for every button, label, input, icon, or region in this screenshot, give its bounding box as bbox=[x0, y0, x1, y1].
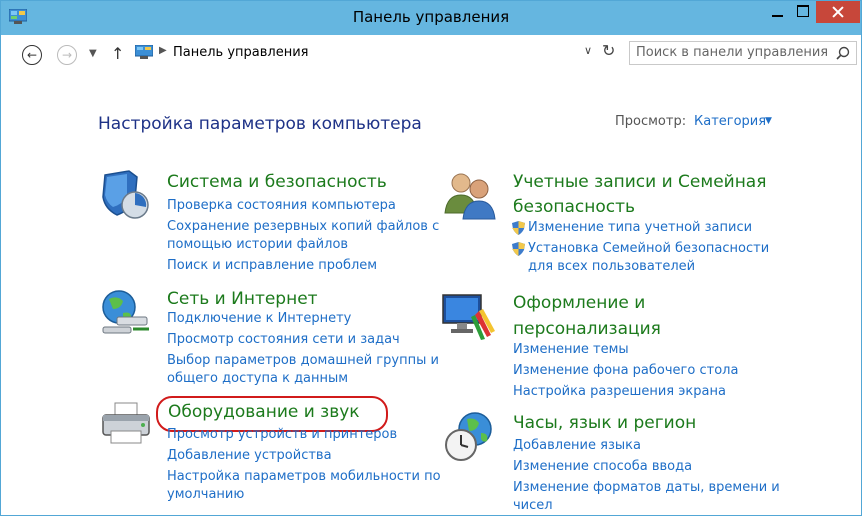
link-change-input-method[interactable]: Изменение способа ввода bbox=[513, 459, 692, 474]
forward-button[interactable]: → bbox=[57, 45, 77, 65]
title-bar[interactable]: Панель управления bbox=[1, 1, 861, 35]
search-box[interactable]: Поиск в панели управления bbox=[629, 41, 857, 65]
view-by-arrow-icon[interactable]: ▼ bbox=[765, 116, 772, 126]
category-user-accounts[interactable]: Учетные записи и Семейная bbox=[513, 172, 766, 192]
network-globe-icon[interactable] bbox=[99, 287, 153, 339]
link-homegroup-options-cont[interactable]: общего доступа к данным bbox=[167, 371, 348, 386]
link-change-account-type[interactable]: Изменение типа учетной записи bbox=[528, 220, 752, 235]
link-family-safety[interactable]: Установка Семейной безопасности bbox=[528, 241, 769, 256]
address-dropdown-icon[interactable]: ∨ bbox=[584, 44, 592, 57]
view-by-label: Просмотр: bbox=[615, 114, 687, 129]
back-button[interactable]: ← bbox=[22, 45, 42, 65]
close-button[interactable] bbox=[816, 1, 860, 23]
link-change-background[interactable]: Изменение фона рабочего стола bbox=[513, 363, 738, 378]
maximize-button[interactable] bbox=[790, 1, 816, 23]
appearance-monitor-icon[interactable] bbox=[441, 291, 497, 341]
link-screen-resolution[interactable]: Настройка разрешения экрана bbox=[513, 384, 726, 399]
link-connect-internet[interactable]: Подключение к Интернету bbox=[167, 311, 351, 326]
uac-shield-icon bbox=[512, 242, 525, 256]
window-title: Панель управления bbox=[352, 8, 510, 26]
printer-icon[interactable] bbox=[99, 399, 153, 449]
category-appearance-cont[interactable]: персонализация bbox=[513, 319, 661, 339]
link-backup-files-cont[interactable]: помощью истории файлов bbox=[167, 237, 348, 252]
address-field[interactable]: ▶ Панель управления bbox=[135, 41, 589, 65]
search-input[interactable]: Поиск в панели управления bbox=[636, 45, 828, 60]
category-clock-region[interactable]: Часы, язык и регион bbox=[513, 413, 696, 433]
link-find-fix-problems[interactable]: Поиск и исправление проблем bbox=[167, 258, 377, 273]
uac-shield-icon bbox=[512, 221, 525, 235]
view-by-dropdown[interactable]: Категория bbox=[694, 114, 766, 129]
clock-globe-icon[interactable] bbox=[443, 411, 497, 463]
link-mobility-settings-cont[interactable]: умолчанию bbox=[167, 487, 244, 502]
refresh-icon[interactable]: ↻ bbox=[602, 41, 615, 60]
category-user-accounts-cont[interactable]: безопасность bbox=[513, 197, 635, 217]
control-panel-icon bbox=[135, 45, 153, 59]
control-panel-window: Панель управления ← → ▼ ↑ ▶ Панель управ… bbox=[0, 0, 862, 516]
link-homegroup-options[interactable]: Выбор параметров домашней группы и bbox=[167, 353, 439, 368]
search-icon[interactable] bbox=[836, 46, 850, 60]
category-network-internet[interactable]: Сеть и Интернет bbox=[167, 289, 318, 309]
link-date-time-formats-cont[interactable]: чисел bbox=[513, 498, 553, 513]
link-date-time-formats[interactable]: Изменение форматов даты, времени и bbox=[513, 480, 780, 495]
category-appearance[interactable]: Оформление и bbox=[513, 293, 645, 313]
link-add-device[interactable]: Добавление устройства bbox=[167, 448, 332, 463]
link-family-safety-cont[interactable]: для всех пользователей bbox=[528, 259, 695, 274]
breadcrumb-separator-icon: ▶ bbox=[159, 45, 167, 56]
page-heading: Настройка параметров компьютера bbox=[98, 114, 422, 134]
link-add-language[interactable]: Добавление языка bbox=[513, 438, 641, 453]
link-network-status[interactable]: Просмотр состояния сети и задач bbox=[167, 332, 400, 347]
recent-locations-chevron-icon[interactable]: ▼ bbox=[89, 48, 97, 59]
link-backup-files[interactable]: Сохранение резервных копий файлов с bbox=[167, 219, 439, 234]
category-system-security[interactable]: Система и безопасность bbox=[167, 172, 387, 192]
link-mobility-settings[interactable]: Настройка параметров мобильности по bbox=[167, 469, 441, 484]
link-change-theme[interactable]: Изменение темы bbox=[513, 342, 629, 357]
link-view-devices-printers[interactable]: Просмотр устройств и принтеров bbox=[167, 427, 397, 442]
user-accounts-icon[interactable] bbox=[441, 169, 497, 221]
up-arrow-icon[interactable]: ↑ bbox=[111, 44, 124, 63]
system-security-shield-icon[interactable] bbox=[99, 169, 151, 221]
breadcrumb-control-panel[interactable]: Панель управления bbox=[173, 45, 309, 60]
link-check-computer-status[interactable]: Проверка состояния компьютера bbox=[167, 198, 396, 213]
minimize-button[interactable] bbox=[764, 1, 790, 23]
